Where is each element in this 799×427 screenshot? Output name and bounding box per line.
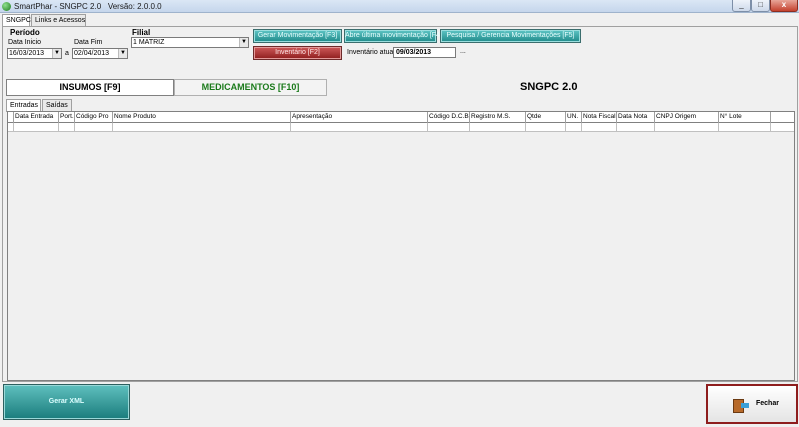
data-inicio-label: Data Inicio [8, 39, 42, 46]
grid-header: Data Entrada Port. Código Pro Nome Produ… [8, 112, 794, 123]
window-title: SmartPhar - SNGPC 2.0 Versão: 2.0.0.0 [14, 1, 162, 12]
table-cell[interactable] [617, 123, 655, 132]
table-cell[interactable] [655, 123, 719, 132]
column-header[interactable]: Port. [59, 112, 75, 123]
data-fim-picker[interactable]: 02/04/2013 ▼ [72, 48, 128, 59]
inventario-atual-field[interactable]: 09/03/2013 [393, 47, 456, 58]
periodo-title: Período [10, 28, 40, 37]
column-header[interactable]: Data Entrada [14, 112, 59, 123]
inventario-button[interactable]: Inventário [F2] [253, 46, 342, 60]
column-header[interactable]: Código D.C.B. [428, 112, 470, 123]
column-header[interactable]: Apresentação [291, 112, 428, 123]
inventario-browse-button[interactable]: ... [460, 48, 466, 55]
chevron-down-icon[interactable]: ▼ [52, 49, 61, 58]
footer-bar: Gerar XML Fechar [0, 382, 799, 427]
table-cell[interactable] [566, 123, 582, 132]
filial-value: 1 MATRIZ [133, 39, 165, 46]
table-cell[interactable] [14, 123, 59, 132]
column-header[interactable]: CNPJ Origem [655, 112, 719, 123]
minimize-button[interactable]: _ [732, 0, 751, 12]
data-inicio-picker[interactable]: 16/03/2013 ▼ [7, 48, 62, 59]
data-fim-value: 02/04/2013 [74, 50, 110, 57]
table-row[interactable] [8, 123, 794, 132]
table-cell[interactable] [291, 123, 428, 132]
filial-label: Filial [132, 28, 151, 37]
fechar-label: Fechar [756, 400, 779, 407]
table-cell[interactable] [113, 123, 291, 132]
page-title: SNGPC 2.0 [520, 81, 578, 93]
title-bar: SmartPhar - SNGPC 2.0 Versão: 2.0.0.0 _ … [0, 0, 799, 13]
column-header[interactable]: Nome Produto [113, 112, 291, 123]
close-window-button[interactable]: x [770, 0, 798, 12]
exit-arrow-icon [741, 403, 749, 408]
tab-saidas[interactable]: Saídas [42, 99, 72, 111]
app-logo-icon [2, 2, 11, 11]
column-header[interactable]: Data Nota [617, 112, 655, 123]
window-version: Versão: 2.0.0.0 [107, 2, 162, 11]
window-title-text: SmartPhar - SNGPC 2.0 [14, 2, 102, 11]
fechar-button[interactable]: Fechar [706, 384, 798, 424]
table-cell[interactable] [470, 123, 526, 132]
gerar-movimentacao-button[interactable]: Gerar Movimentação [F3] [253, 29, 342, 43]
table-cell[interactable] [59, 123, 75, 132]
table-cell[interactable] [582, 123, 617, 132]
table-cell[interactable] [75, 123, 113, 132]
data-inicio-value: 16/03/2013 [9, 50, 45, 57]
column-header[interactable]: UN. [566, 112, 582, 123]
column-header[interactable]: Registro M.S. [470, 112, 526, 123]
chevron-down-icon[interactable]: ▼ [118, 49, 127, 58]
gerar-xml-button[interactable]: Gerar XML [3, 384, 130, 420]
periodo-group: Período Data Inicio 16/03/2013 ▼ a Data … [6, 28, 131, 62]
inventario-atual-label: Inventário atual: [347, 49, 397, 56]
chevron-down-icon[interactable]: ▼ [239, 38, 248, 47]
table-cell[interactable] [428, 123, 470, 132]
data-fim-label: Data Fim [74, 39, 103, 46]
column-header[interactable]: Nota Fiscal [582, 112, 617, 123]
entradas-grid[interactable]: Data Entrada Port. Código Pro Nome Produ… [7, 111, 795, 381]
abre-ultima-movimentacao-button[interactable]: Abre última movimentação [F4] [344, 29, 442, 43]
insumos-toggle[interactable]: INSUMOS [F9] [6, 79, 174, 96]
column-header[interactable]: Qtde [526, 112, 566, 123]
pesquisa-gerencia-button[interactable]: Pesquisa / Gerencia Movimentações [F5] [440, 29, 581, 43]
sngpc-panel: Período Data Inicio 16/03/2013 ▼ a Data … [2, 26, 798, 382]
column-header[interactable]: Código Pro [75, 112, 113, 123]
filial-select[interactable]: 1 MATRIZ ▼ [131, 37, 249, 48]
app-window: SmartPhar - SNGPC 2.0 Versão: 2.0.0.0 _ … [0, 0, 799, 427]
maximize-button[interactable]: □ [751, 0, 770, 12]
medicamentos-toggle[interactable]: MEDICAMENTOS [F10] [174, 79, 327, 96]
tab-links-acessos[interactable]: Links e Acessos [31, 14, 86, 26]
column-header[interactable]: N° Lote [719, 112, 771, 123]
periodo-separator: a [65, 50, 69, 57]
table-cell[interactable] [526, 123, 566, 132]
table-cell[interactable] [719, 123, 771, 132]
